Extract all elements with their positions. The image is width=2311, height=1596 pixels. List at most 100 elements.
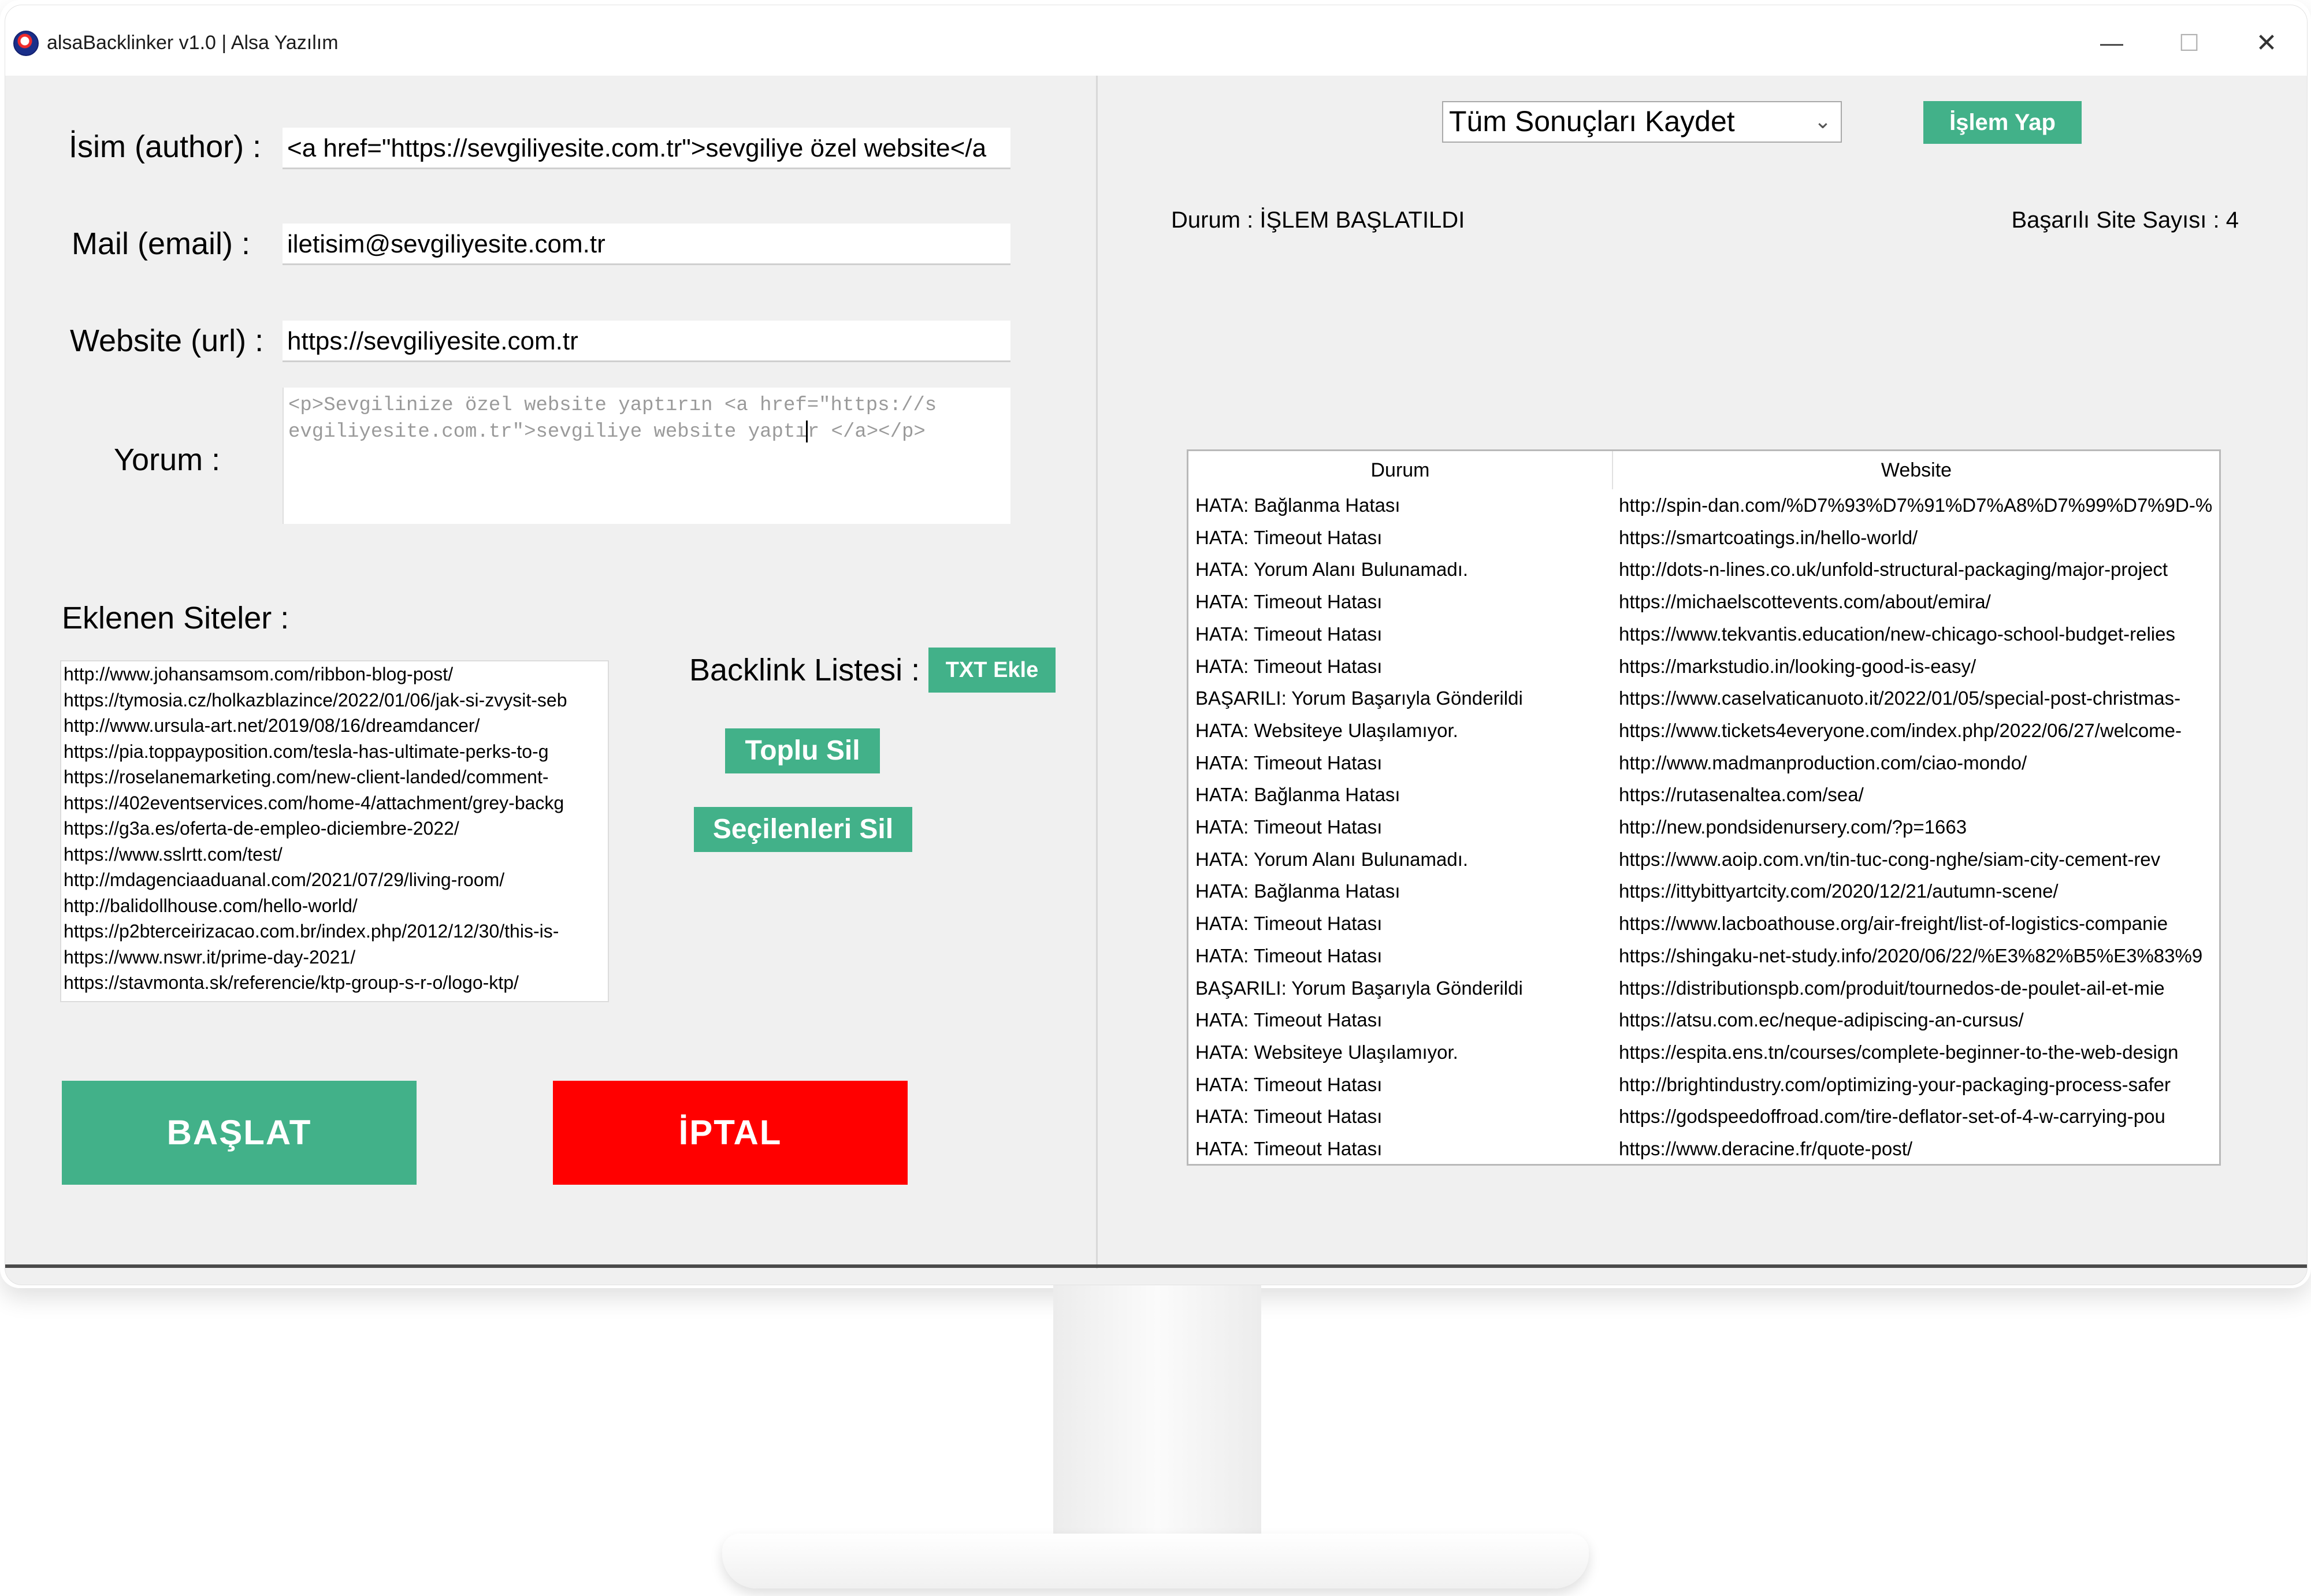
row-website: https://ittybittyartcity.com/2020/12/21/…: [1619, 880, 2059, 902]
list-item[interactable]: https://www.nswr.it/prime-day-2021/: [64, 944, 608, 970]
app-window: alsaBacklinker v1.0 | Alsa Yazılım — ☐ ✕…: [5, 5, 2308, 1285]
row-website: https://www.aoip.com.vn/tin-tuc-cong-ngh…: [1619, 848, 2161, 870]
list-item[interactable]: http://www.ursula-art.net/2019/08/16/dre…: [64, 713, 608, 739]
delete-selected-button[interactable]: Seçilenleri Sil: [694, 807, 912, 852]
row-status: HATA: Bağlanma Hatası: [1195, 494, 1400, 516]
email-label: Mail (email) :: [72, 226, 251, 261]
app-logo-icon: [13, 31, 39, 56]
comment-line-1: <p>Sevgilinize özel website yaptırın <a …: [288, 395, 937, 416]
table-row[interactable]: HATA: Timeout Hatası http://new.pondsiden…: [1188, 811, 2219, 843]
url-label: Website (url) :: [70, 323, 264, 358]
table-row[interactable]: HATA: Timeout Hatası https://www.deracine…: [1188, 1133, 2219, 1164]
row-status: HATA: Yorum Alanı Bulunamadı.: [1195, 848, 1469, 870]
list-item[interactable]: http://mdagenciaaduanal.com/2021/07/29/l…: [64, 867, 608, 893]
process-button[interactable]: İşlem Yap: [1923, 101, 2082, 144]
results-panel: Tüm Sonuçları Kaydet ⌄ İşlem Yap Durum :…: [1098, 76, 2307, 1266]
list-item[interactable]: https://roselanemarketing.com/new-client…: [64, 764, 608, 790]
row-status: HATA: Websiteye Ulaşılamıyor.: [1195, 719, 1458, 741]
row-status: HATA: Timeout Hatası: [1195, 526, 1383, 548]
row-status: BAŞARILI: Yorum Başarıyla Gönderildi: [1195, 977, 1523, 999]
table-row[interactable]: HATA: Timeout Hatası https://www.lacboath…: [1188, 907, 2219, 940]
row-website: http://brightindustry.com/optimizing-you…: [1619, 1073, 2171, 1095]
list-item[interactable]: https://www.sslrtt.com/test/: [64, 842, 608, 868]
backlink-list-label: Backlink Listesi :: [689, 653, 920, 687]
combo-value: Tüm Sonuçları Kaydet: [1449, 105, 1735, 137]
table-row[interactable]: HATA: Bağlanma Hatası http://spin-dan.com…: [1188, 489, 2219, 522]
comment-textarea[interactable]: <p>Sevgilinize özel website yaptırın <a …: [283, 388, 1010, 524]
list-item[interactable]: https://g3a.es/oferta-de-empleo-diciembr…: [64, 816, 608, 842]
maximize-button[interactable]: ☐: [2172, 26, 2206, 61]
list-item[interactable]: http://www.johansamsom.com/ribbon-blog-p…: [64, 661, 608, 687]
table-row[interactable]: BAŞARILI: Yorum Başarıyla Gönderildi http…: [1188, 682, 2219, 715]
table-row[interactable]: HATA: Yorum Alanı Bulunamadı. http://dots…: [1188, 553, 2219, 586]
save-results-combobox[interactable]: Tüm Sonuçları Kaydet ⌄: [1442, 101, 1842, 143]
row-status: HATA: Yorum Alanı Bulunamadı.: [1195, 559, 1469, 581]
url-input[interactable]: https://sevgiliyesite.com.tr: [283, 321, 1010, 362]
settings-panel: İsim (author) : <a href="https://sevgili…: [5, 76, 1096, 1266]
row-status: HATA: Timeout Hatası: [1195, 1106, 1383, 1128]
window-title: alsaBacklinker v1.0 | Alsa Yazılım: [47, 32, 339, 54]
start-button[interactable]: BAŞLAT: [62, 1081, 417, 1185]
txt-add-button[interactable]: TXT Ekle: [928, 648, 1056, 693]
monitor-stand-base: [722, 1534, 1589, 1588]
table-row[interactable]: HATA: Bağlanma Hatası https://rutasenalte…: [1188, 779, 2219, 811]
table-row[interactable]: BAŞARILI: Yorum Başarıyla Gönderildi http…: [1188, 972, 2219, 1005]
comment-line-2b: r </a></p>: [807, 421, 926, 443]
row-website: http://dots-n-lines.co.uk/unfold-structu…: [1619, 559, 2168, 581]
row-website: https://godspeedoffroad.com/tire-deflato…: [1619, 1106, 2165, 1128]
comment-line-2: evgiliyesite.com.tr">sevgiliye website y…: [288, 419, 1006, 445]
row-status: HATA: Websiteye Ulaşılamıyor.: [1195, 1041, 1458, 1063]
row-status: HATA: Timeout Hatası: [1195, 913, 1383, 935]
row-status: HATA: Timeout Hatası: [1195, 816, 1383, 838]
row-website: https://rutasenaltea.com/sea/: [1619, 784, 1864, 806]
table-row[interactable]: HATA: Websiteye Ulaşılamıyor. https://www…: [1188, 715, 2219, 747]
table-row[interactable]: HATA: Websiteye Ulaşılamıyor. https://esp…: [1188, 1036, 2219, 1069]
row-website: https://espita.ens.tn/courses/complete-b…: [1619, 1041, 2179, 1063]
table-row[interactable]: HATA: Timeout Hatası https://shingaku-net…: [1188, 940, 2219, 972]
row-website: https://distributionspb.com/produit/tour…: [1619, 977, 2165, 999]
row-status: HATA: Timeout Hatası: [1195, 944, 1383, 966]
row-status: HATA: Timeout Hatası: [1195, 1009, 1383, 1031]
table-row[interactable]: HATA: Bağlanma Hatası https://ittybittyar…: [1188, 875, 2219, 907]
close-button[interactable]: ✕: [2249, 26, 2284, 61]
column-header-website[interactable]: Website: [1613, 451, 2219, 489]
row-status: HATA: Timeout Hatası: [1195, 752, 1383, 773]
row-website: https://atsu.com.ec/neque-adipiscing-an-…: [1619, 1009, 2024, 1031]
column-header-status[interactable]: Durum: [1188, 451, 1612, 489]
row-website: https://smartcoatings.in/hello-world/: [1619, 526, 1918, 548]
row-website: https://www.deracine.fr/quote-post/: [1619, 1138, 1913, 1159]
table-row[interactable]: HATA: Timeout Hatası https://markstudio.i…: [1188, 650, 2219, 683]
sites-label: Eklenen Siteler :: [62, 601, 289, 635]
author-label: İsim (author) :: [69, 129, 262, 164]
monitor-stand-neck: [1053, 1279, 1261, 1545]
table-row[interactable]: HATA: Timeout Hatası http://brightindustr…: [1188, 1069, 2219, 1101]
cancel-button[interactable]: İPTAL: [553, 1081, 908, 1185]
table-row[interactable]: HATA: Timeout Hatası https://www.tekvanti…: [1188, 618, 2219, 650]
row-website: https://www.caselvaticanuoto.it/2022/01/…: [1619, 687, 2181, 709]
table-row[interactable]: HATA: Timeout Hatası https://smartcoating…: [1188, 522, 2219, 554]
success-count: Başarılı Site Sayısı : 4: [2011, 207, 2239, 233]
table-row[interactable]: HATA: Timeout Hatası https://godspeedoffr…: [1188, 1100, 2219, 1133]
row-status: HATA: Timeout Hatası: [1195, 591, 1383, 613]
list-item[interactable]: https://stavmonta.sk/referencie/ktp-grou…: [64, 970, 608, 996]
list-item[interactable]: http://balidollhouse.com/hello-world/: [64, 893, 608, 919]
author-input[interactable]: <a href="https://sevgiliyesite.com.tr">s…: [283, 128, 1010, 169]
comment-label: Yorum :: [114, 442, 221, 477]
list-item[interactable]: https://p2bterceirizacao.com.br/index.ph…: [64, 918, 608, 944]
list-item[interactable]: https://pia.toppayposition.com/tesla-has…: [64, 739, 608, 765]
row-website: https://www.tekvantis.education/new-chic…: [1619, 623, 2175, 645]
table-row[interactable]: HATA: Timeout Hatası https://michaelscott…: [1188, 586, 2219, 618]
minimize-button[interactable]: —: [2094, 26, 2129, 61]
table-row[interactable]: HATA: Timeout Hatası http://www.madmanpro…: [1188, 747, 2219, 779]
table-row[interactable]: HATA: Yorum Alanı Bulunamadı. https://www…: [1188, 843, 2219, 876]
row-website: https://michaelscottevents.com/about/emi…: [1619, 591, 1991, 613]
results-table[interactable]: Durum Website HATA: Bağlanma Hatası http:…: [1187, 449, 2221, 1166]
email-input[interactable]: iletisim@sevgiliyesite.com.tr: [283, 224, 1010, 265]
list-item[interactable]: https://tymosia.cz/holkazblazince/2022/0…: [64, 687, 608, 713]
list-item[interactable]: https://402eventservices.com/home-4/atta…: [64, 790, 608, 816]
bulk-delete-button[interactable]: Toplu Sil: [725, 728, 880, 773]
row-website: https://www.lacboathouse.org/air-freight…: [1619, 913, 2168, 935]
site-listbox[interactable]: http://www.johansamsom.com/ribbon-blog-p…: [60, 660, 609, 1002]
table-row[interactable]: HATA: Timeout Hatası https://atsu.com.ec/…: [1188, 1004, 2219, 1036]
row-status: HATA: Timeout Hatası: [1195, 1073, 1383, 1095]
